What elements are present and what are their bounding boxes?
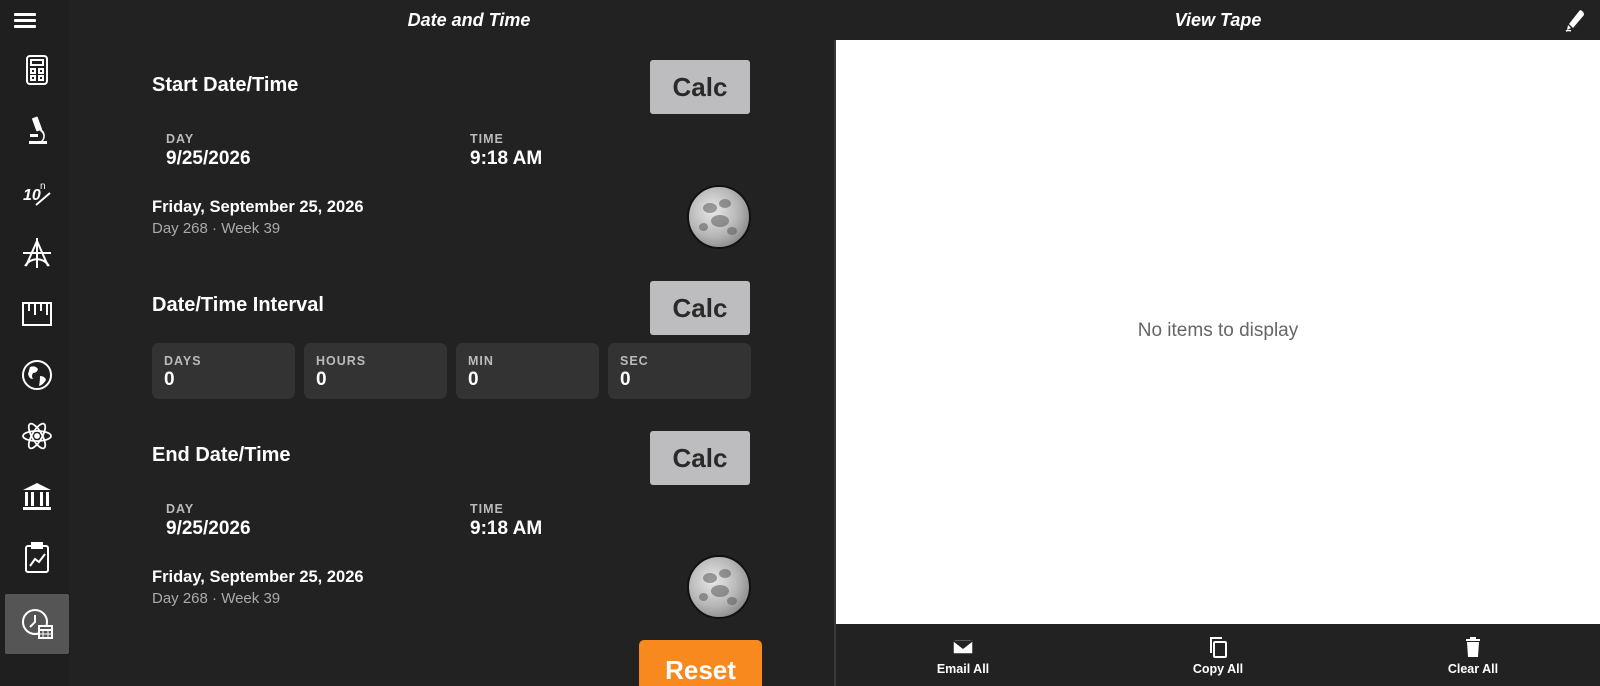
tape-action-bar: Email All Copy All Clear All: [836, 624, 1600, 686]
hours-field[interactable]: HOURS 0: [304, 343, 447, 399]
seconds-value: 0: [620, 369, 631, 390]
sidebar: 10 n: [0, 0, 70, 686]
days-label: DAYS: [164, 354, 202, 368]
seconds-label: SEC: [620, 354, 649, 368]
end-calc-button[interactable]: Calc: [650, 431, 750, 485]
bank-icon[interactable]: [5, 467, 69, 527]
svg-text:n: n: [40, 181, 46, 192]
clipboard-chart-icon[interactable]: [5, 528, 69, 588]
start-calc-button[interactable]: Calc: [650, 60, 750, 114]
copy-icon: [1210, 637, 1227, 658]
start-section-title: Start Date/Time: [152, 74, 299, 96]
start-long-date: Friday, September 25, 2026: [152, 198, 364, 216]
envelope-icon: [952, 639, 974, 655]
atom-icon[interactable]: [5, 406, 69, 466]
end-day-value: 9/25/2026: [166, 518, 251, 539]
interval-section-title: Date/Time Interval: [152, 294, 324, 316]
email-all-label: Email All: [936, 662, 990, 676]
start-time-value: 9:18 AM: [470, 148, 543, 169]
start-day-label: DAY: [166, 132, 195, 146]
empty-message: No items to display: [1137, 320, 1299, 341]
page-title: Date and Time: [407, 9, 531, 30]
end-time-value: 9:18 AM: [470, 518, 543, 539]
globe-icon[interactable]: [5, 345, 69, 405]
clock-calendar-icon[interactable]: [5, 594, 69, 654]
minutes-field[interactable]: MIN 0: [456, 343, 599, 399]
clear-all-button[interactable]: Clear All: [1408, 624, 1538, 686]
start-day-week: Day 268 · Week 39: [152, 220, 281, 237]
start-time-label: TIME: [470, 132, 504, 146]
start-day-value: 9/25/2026: [166, 148, 251, 169]
interval-calc-button[interactable]: Calc: [650, 281, 750, 335]
hours-value: 0: [316, 369, 327, 390]
email-all-button[interactable]: Email All: [898, 624, 1028, 686]
tape-panel: No items to display: [836, 40, 1600, 624]
geometry-icon[interactable]: [5, 223, 69, 283]
end-day-label: DAY: [166, 502, 195, 516]
microscope-icon[interactable]: [5, 101, 69, 161]
copy-all-label: Copy All: [1192, 662, 1244, 676]
clear-all-label: Clear All: [1447, 662, 1499, 676]
moon-phase-icon: [687, 185, 751, 249]
end-time-label: TIME: [470, 502, 504, 516]
end-section-title: End Date/Time: [152, 444, 291, 466]
minutes-value: 0: [468, 369, 479, 390]
seconds-field[interactable]: SEC 0: [608, 343, 751, 399]
exponent-icon[interactable]: 10 n: [5, 162, 69, 222]
interval-fields: DAYS 0 HOURS 0 MIN 0 SEC 0: [152, 343, 752, 399]
days-value: 0: [164, 369, 175, 390]
copy-all-button[interactable]: Copy All: [1153, 624, 1283, 686]
end-day-week: Day 268 · Week 39: [152, 590, 281, 607]
trash-icon: [1466, 637, 1480, 657]
tape-title: View Tape: [1174, 9, 1262, 30]
end-long-date: Friday, September 25, 2026: [152, 568, 364, 586]
pen-icon[interactable]: [1564, 9, 1586, 33]
reset-button[interactable]: Reset: [639, 640, 762, 686]
hamburger-menu-icon[interactable]: [14, 10, 36, 32]
calculator-icon[interactable]: [5, 40, 69, 100]
svg-text:10: 10: [23, 187, 41, 204]
days-field[interactable]: DAYS 0: [152, 343, 295, 399]
moon-phase-icon: [687, 555, 751, 619]
minutes-label: MIN: [468, 354, 494, 368]
hours-label: HOURS: [316, 354, 367, 368]
ruler-icon[interactable]: [5, 284, 69, 344]
